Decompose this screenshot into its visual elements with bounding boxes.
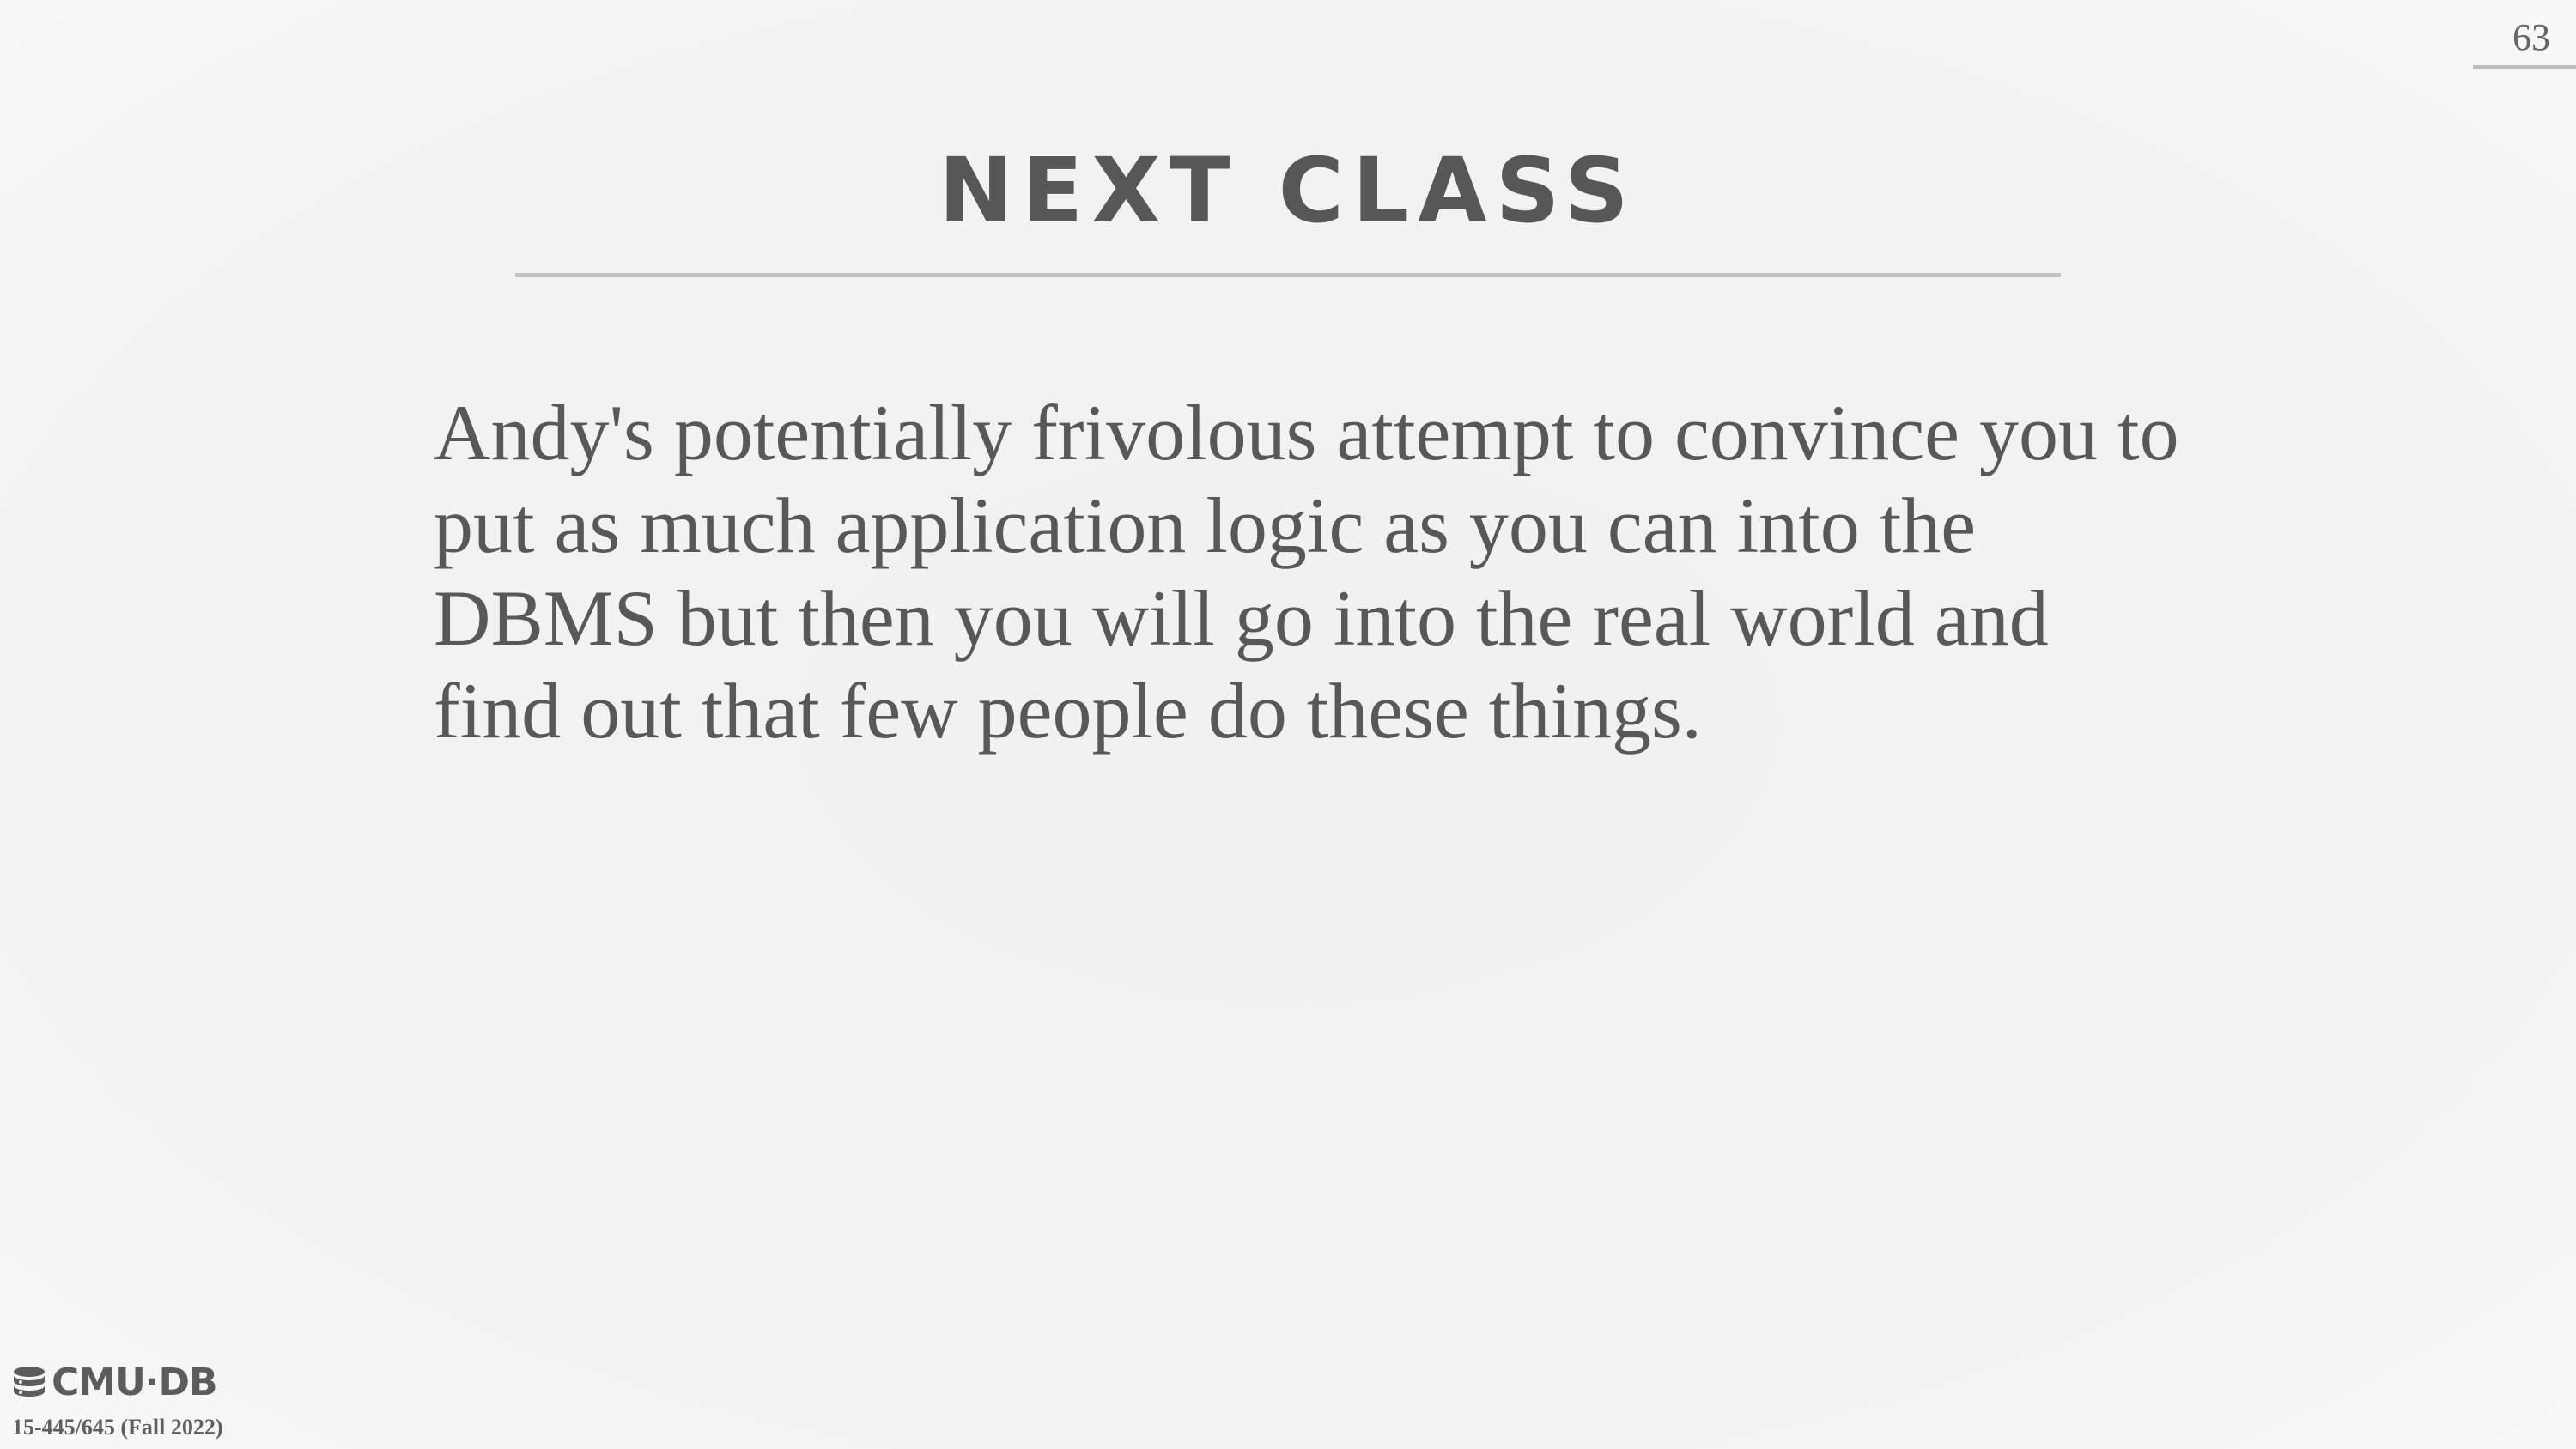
slide-body-text: Andy's potentially frivolous attempt to … — [434, 389, 2179, 755]
logo-text: CMU·DB — [52, 1361, 218, 1404]
page-number: 63 — [2512, 16, 2550, 58]
footer-logo: CMU·DB — [10, 1361, 218, 1404]
database-icon — [14, 1366, 45, 1397]
slide-title: NEXT CLASS — [939, 138, 1637, 243]
page-number-divider — [2473, 65, 2576, 69]
title-divider — [515, 273, 2061, 277]
slide: 63 NEXT CLASS Andy's potentially frivolo… — [0, 0, 2576, 1449]
course-label: 15-445/645 (Fall 2022) — [12, 1415, 223, 1440]
